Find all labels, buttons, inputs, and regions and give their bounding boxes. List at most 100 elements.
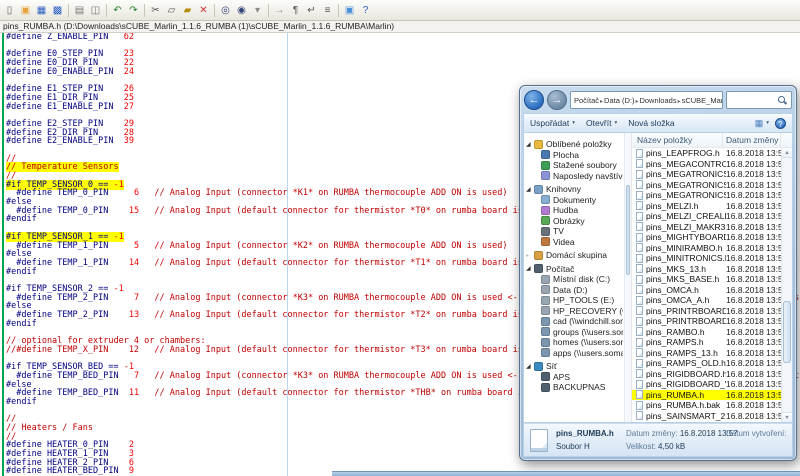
file-row-pins-rambo-h[interactable]: pins_RAMBO.h16.8.2018 13:5 [632, 327, 781, 338]
sidebar-item-backupnas[interactable]: BACKUPNAS [524, 382, 623, 393]
print-preview-icon[interactable]: ◫ [88, 3, 103, 18]
scroll-down-icon[interactable]: ▼ [782, 412, 792, 422]
scroll-up-icon[interactable]: ▲ [782, 148, 792, 158]
new-folder-button[interactable]: Nová složka [628, 118, 674, 128]
expanded-arrow-icon[interactable]: ◢ [526, 265, 534, 272]
sidebar-item-tv[interactable]: TV [524, 226, 623, 237]
sidebar-item-sta-en-soubory[interactable]: Stažené soubory [524, 160, 623, 171]
file-row-pins-rumba-h[interactable]: pins_RUMBA.h16.8.2018 13:5 [632, 390, 781, 401]
paste-icon[interactable]: ▰ [180, 3, 195, 18]
redo-icon[interactable]: ↷ [126, 3, 141, 18]
search-box[interactable] [726, 91, 792, 109]
file-row-pins-megatronics-2-h[interactable]: pins_MEGATRONICS_2.h16.8.2018 13:5 [632, 180, 781, 191]
undo-icon[interactable]: ↶ [110, 3, 125, 18]
sidebar-item-dom-c-skupina[interactable]: ▸Domácí skupina [524, 250, 623, 261]
column-header-name[interactable]: Název položky [632, 133, 723, 147]
nav-scrollbar-thumb[interactable] [626, 185, 630, 275]
goto-line-icon[interactable]: → [272, 3, 287, 18]
file-row-pins-megatronics-3-h[interactable]: pins_MEGATRONICS_3.h16.8.2018 13:5 [632, 190, 781, 201]
file-row-pins-minirambo-h[interactable]: pins_MINIRAMBO.h16.8.2018 13:5 [632, 243, 781, 254]
file-row-pins-melzi-creality-h[interactable]: pins_MELZI_CREALITY.h16.8.2018 13:5 [632, 211, 781, 222]
views-button[interactable]: ▦ ▾ [755, 118, 769, 129]
file-row-pins-ramps-13-h[interactable]: pins_RAMPS_13.h16.8.2018 13:5 [632, 348, 781, 359]
delete-icon[interactable]: ✕ [196, 3, 211, 18]
file-row-pins-sainsmart-2in1-h[interactable]: pins_SAINSMART_2IN1.h16.8.2018 13:5 [632, 411, 781, 422]
sidebar-item-obr-zky[interactable]: Obrázky [524, 216, 623, 227]
word-wrap-icon[interactable]: ↵ [304, 3, 319, 18]
collapsed-arrow-icon[interactable]: ▸ [526, 252, 534, 259]
sidebar-item-aps[interactable]: APS [524, 372, 623, 383]
sidebar-item-knihovny[interactable]: ◢Knihovny [524, 184, 623, 195]
file-row-pins-ramps-h[interactable]: pins_RAMPS.h16.8.2018 13:5 [632, 337, 781, 348]
sidebar-item-hp-tools-e[interactable]: HP_TOOLS (E:) [524, 295, 623, 306]
sidebar-item-po-ta[interactable]: ◢Počítač [524, 264, 623, 275]
file-row-pins-melzi-makr3d-h[interactable]: pins_MELZI_MAKR3D.h16.8.2018 13:5 [632, 222, 781, 233]
cut-icon[interactable]: ✂ [148, 3, 163, 18]
file-row-pins-printrboard-h[interactable]: pins_PRINTRBOARD.h16.8.2018 13:5 [632, 306, 781, 317]
sidebar-item-plocha[interactable]: Plocha [524, 150, 623, 161]
column-header-date[interactable]: Datum změny [723, 133, 781, 147]
expanded-arrow-icon[interactable]: ◢ [526, 141, 534, 148]
sidebar-item-naposledy-nav-t-ven[interactable]: Naposledy navštívené [524, 171, 623, 182]
find-icon[interactable]: ◎ [218, 3, 233, 18]
help-icon[interactable]: ? [358, 3, 373, 18]
file-list-scrollbar[interactable]: ▲ ▼ [781, 148, 792, 422]
file-row-pins-megacontroller-h[interactable]: pins_MEGACONTROLLER.h16.8.2018 13:5 [632, 159, 781, 170]
file-row-pins-leapfrog-h[interactable]: pins_LEAPFROG.h16.8.2018 13:5 [632, 148, 781, 159]
file-row-pins-megatronics-h[interactable]: pins_MEGATRONICS.h16.8.2018 13:5 [632, 169, 781, 180]
forward-button[interactable]: → [547, 90, 567, 110]
sidebar-item-groups-users-soma-cz[interactable]: groups (\\users.soma.cz) [524, 327, 623, 338]
file-row-pins-rigidboard-h[interactable]: pins_RIGIDBOARD.h16.8.2018 13:5 [632, 369, 781, 380]
open-file-icon[interactable]: ▣ [18, 3, 33, 18]
sidebar-item-data-d[interactable]: Data (D:) [524, 285, 623, 296]
copy-icon[interactable]: ▱ [164, 3, 179, 18]
editor-toolbar: ▯▣▦▩▤◫↶↷✂▱▰✕◎◉▾→¶↵≡▣? [0, 0, 800, 21]
address-bar[interactable]: Počítač▸Data (D:)▸Downloads▸sCUBE_Marlin… [570, 91, 723, 109]
sidebar-item-videa[interactable]: Videa [524, 237, 623, 248]
sidebar-item-dokumenty[interactable]: Dokumenty [524, 195, 623, 206]
breadcrumb-item-scube-marlin-1-1-6-rumba-1[interactable]: sCUBE_Marlin_1.1.6_RUMBA (1) [682, 96, 723, 105]
breadcrumb-item-downloads[interactable]: Downloads [639, 96, 676, 105]
bookmark-icon[interactable]: ▾ [250, 3, 265, 18]
print-icon[interactable]: ▤ [72, 3, 87, 18]
file-row-pins-ramps-old-h[interactable]: pins_RAMPS_OLD.h16.8.2018 13:5 [632, 358, 781, 369]
file-row-pins-melzi-h[interactable]: pins_MELZI.h16.8.2018 13:5 [632, 201, 781, 212]
file-row-pins-printrboard-revf-h[interactable]: pins_PRINTRBOARD_REVF.h16.8.2018 13:5 [632, 316, 781, 327]
file-row-pins-omca-h[interactable]: pins_OMCA.h16.8.2018 13:5 [632, 285, 781, 296]
file-name: pins_SAINSMART_2IN1.h [646, 411, 726, 421]
file-row-pins-mks-base-h[interactable]: pins_MKS_BASE.h16.8.2018 13:5 [632, 274, 781, 285]
sidebar-item-homes-users-soma-cz[interactable]: homes (\\users.soma.cz) [524, 337, 623, 348]
sidebar-item-label: apps (\\users.soma.cz) [553, 348, 623, 358]
save-all-icon[interactable]: ▩ [50, 3, 65, 18]
show-formatting-icon[interactable]: ¶ [288, 3, 303, 18]
expanded-arrow-icon[interactable]: ◢ [526, 363, 534, 370]
sidebar-item-cad-windchill-soma-cz[interactable]: cad (\\windchill.soma.cz) [524, 316, 623, 327]
file-row-pins-rumba-h-bak[interactable]: pins_RUMBA.h.bak16.8.2018 13:5 [632, 400, 781, 411]
breadcrumb-item-data-d[interactable]: Data (D:) [604, 96, 634, 105]
new-file-icon[interactable]: ▯ [2, 3, 17, 18]
replace-icon[interactable]: ◉ [234, 3, 249, 18]
file-row-pins-mightyboard-reve-h[interactable]: pins_MIGHTYBOARD_REVE.h16.8.2018 13:5 [632, 232, 781, 243]
nav-pane-scrollbar[interactable] [624, 133, 631, 422]
file-row-pins-rigidboard-v2-h[interactable]: pins_RIGIDBOARD_V2.h16.8.2018 13:5 [632, 379, 781, 390]
breadcrumb-item-po-ta[interactable]: Počítač [574, 96, 599, 105]
window-icon[interactable]: ▣ [342, 3, 357, 18]
save-icon[interactable]: ▦ [34, 3, 49, 18]
open-button[interactable]: Otevřít ▾ [586, 118, 617, 128]
file-row-pins-mks-13-h[interactable]: pins_MKS_13.h16.8.2018 13:5 [632, 264, 781, 275]
organize-button[interactable]: Uspořádat ▾ [530, 118, 575, 128]
help-button[interactable]: ? [775, 118, 786, 129]
sidebar-item-obl-ben-polo-ky[interactable]: ◢Oblíbené položky [524, 139, 623, 150]
line-list-icon[interactable]: ≡ [320, 3, 335, 18]
sidebar-item-apps-users-soma-cz[interactable]: apps (\\users.soma.cz) [524, 348, 623, 359]
expanded-arrow-icon[interactable]: ◢ [526, 186, 534, 193]
file-row-pins-minitronics-h[interactable]: pins_MINITRONICS.h16.8.2018 13:5 [632, 253, 781, 264]
back-button[interactable]: ← [524, 90, 544, 110]
taskbar-fragment[interactable] [332, 471, 800, 476]
sidebar-item-hp-recovery-g[interactable]: HP_RECOVERY (G:) [524, 306, 623, 317]
scrollbar-thumb[interactable] [783, 301, 791, 363]
file-row-pins-omca-a-h[interactable]: pins_OMCA_A.h16.8.2018 13:5 [632, 295, 781, 306]
sidebar-item-hudba[interactable]: Hudba [524, 205, 623, 216]
sidebar-item-m-stn-disk-c[interactable]: Místní disk (C:) [524, 274, 623, 285]
sidebar-item-s[interactable]: ◢Síť [524, 361, 623, 372]
